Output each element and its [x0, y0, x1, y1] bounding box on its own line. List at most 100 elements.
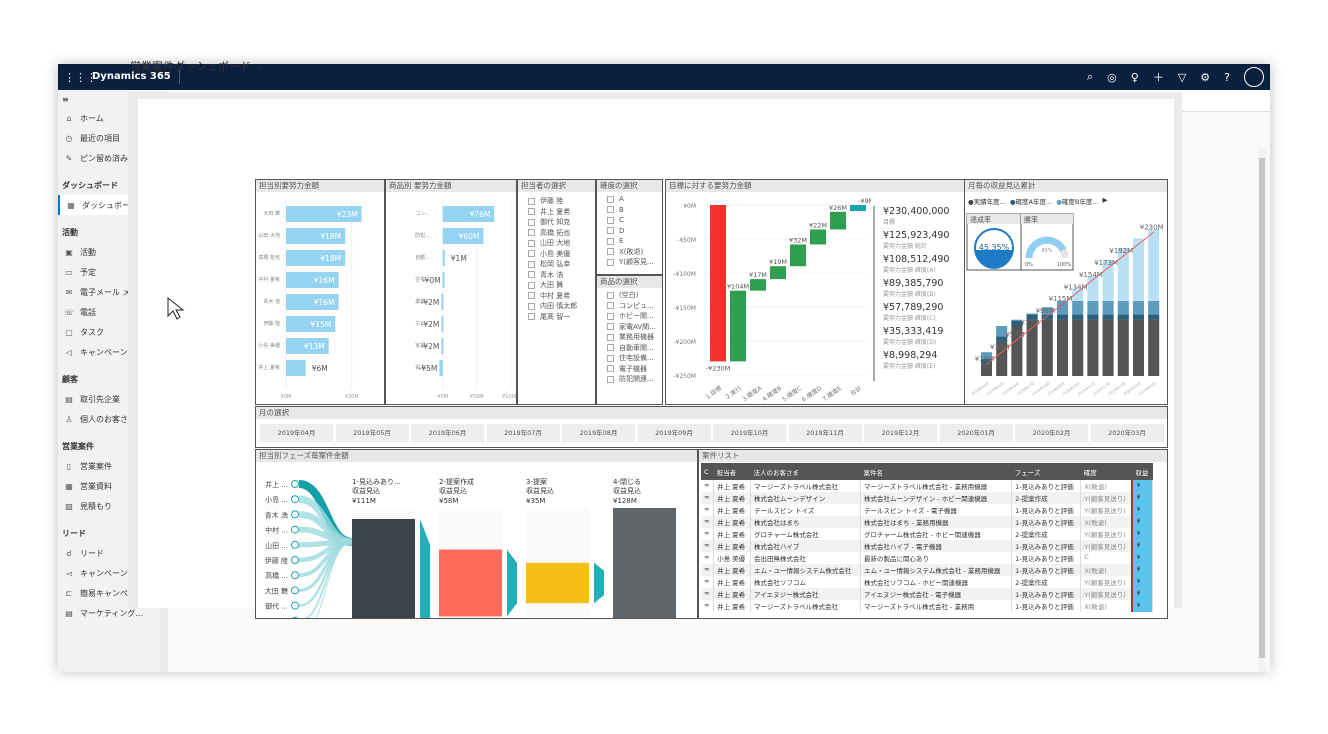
month-button[interactable]: 2019年09月	[637, 424, 711, 442]
column-header[interactable]: 案件名	[860, 463, 1012, 480]
checkbox[interactable]	[528, 229, 535, 237]
checkbox[interactable]	[607, 312, 614, 320]
month-button[interactable]: 2019年11月	[788, 424, 862, 442]
checkbox[interactable]	[528, 271, 535, 279]
checkbox[interactable]	[528, 292, 535, 300]
checkbox[interactable]	[607, 195, 614, 203]
checkbox[interactable]	[607, 354, 614, 362]
slicer-option[interactable]: 大田 舞	[518, 280, 595, 291]
month-button[interactable]: 2019年04月	[260, 424, 333, 442]
checkbox[interactable]	[607, 344, 614, 352]
user-avatar[interactable]	[1244, 67, 1264, 87]
checkbox[interactable]	[607, 323, 614, 331]
checkbox[interactable]	[528, 250, 535, 258]
settings-icon[interactable]: ⚙	[1200, 71, 1210, 84]
column-header[interactable]: 担当者	[713, 463, 751, 480]
slicer-option[interactable]: 尾髙 智一	[518, 312, 595, 323]
lightbulb-icon[interactable]: ♀	[1131, 71, 1139, 84]
month-button[interactable]: 2019年10月	[713, 424, 786, 442]
table-row[interactable]: ∞ 小島 美優 会出田無株式会社 最新の製品に関心あり 1-見込みありと評価 C ¥	[701, 552, 1154, 564]
checkbox[interactable]	[528, 302, 535, 310]
table-row[interactable]: ∞ 井上 夏希 アイエヌジー株式会社 アイエヌジー株式会社 - 電子機器 1-見込みあり…	[701, 588, 1154, 600]
table-row[interactable]: ∞ 井上 夏希 株式会社はまち 株式会社はまち - 業務用機器 1-見込みありと評価 X(…	[701, 516, 1154, 528]
search-icon[interactable]: ⌕	[1087, 70, 1093, 84]
month-button[interactable]: 2020年02月	[1015, 424, 1088, 442]
legend-item[interactable]: ●実績年度...	[968, 196, 1006, 206]
slicer-option[interactable]: 山田 大地	[518, 238, 595, 249]
table-row[interactable]: ∞ 井上 夏希 エム・ユー情報システム株式会社 エム・ユー情報システム株式会社 - 業…	[701, 564, 1154, 576]
checkbox[interactable]	[607, 258, 614, 266]
table-row[interactable]: ∞ 井上 夏希 株式会社ハイブ 株式会社ハイブ - 電子機器 1-見込みありと評価 Y(顧…	[701, 540, 1154, 552]
slicer-option[interactable]: B	[597, 205, 662, 216]
page-title[interactable]: 営業案件ダッシュボード ⌄	[130, 58, 264, 74]
link-icon[interactable]: ∞	[701, 480, 715, 492]
checkbox[interactable]	[607, 365, 614, 373]
slicer-option[interactable]: 高橋 拓也	[518, 228, 595, 239]
slicer-option[interactable]: 内田 慎太郎	[518, 301, 595, 312]
legend-next-arrow-icon[interactable]: ▶	[1103, 196, 1108, 206]
slicer-option[interactable]: 電子機器	[597, 364, 662, 375]
filter-icon[interactable]: ▽	[1178, 71, 1186, 84]
table-row[interactable]: ∞ 井上 夏希 マージーズトラベル株式会社 マージーズトラベル株式会社 - 業務用 1-…	[701, 600, 1154, 612]
column-header[interactable]: 確度	[1080, 463, 1133, 480]
slicer-option[interactable]: 松岡 弘幸	[518, 259, 595, 270]
slicer-option[interactable]: 井上 夏希	[518, 207, 595, 218]
link-icon[interactable]: ∞	[701, 528, 715, 540]
link-icon[interactable]: ∞	[701, 552, 715, 564]
column-header[interactable]: フェーズ	[1011, 463, 1081, 480]
checkbox[interactable]	[607, 206, 614, 214]
month-button[interactable]: 2019年06月	[411, 424, 484, 442]
table-row[interactable]: ∞ 井上 夏希 テールスピン トイズ テールスピン トイズ - 電子機器 1-見込みあり…	[701, 504, 1154, 516]
checkbox[interactable]	[607, 333, 614, 341]
link-icon[interactable]: ∞	[701, 492, 715, 504]
slicer-option[interactable]: 防犯関連...	[597, 374, 662, 385]
checkbox[interactable]	[607, 216, 614, 224]
month-button[interactable]: 2020年01月	[939, 424, 1013, 442]
legend-item[interactable]: ●確度A年度...	[1010, 196, 1052, 206]
checkbox[interactable]	[528, 260, 535, 268]
checkbox[interactable]	[607, 227, 614, 235]
checkbox[interactable]	[607, 248, 614, 256]
month-button[interactable]: 2020年03月	[1090, 424, 1164, 442]
legend-item[interactable]: ●確度B年度...	[1056, 196, 1098, 206]
table-row[interactable]: ∞ 井上 夏希 株式会社ソフコム 株式会社ソフコム - ホビー関連機器 2-提案作成 Y(…	[701, 576, 1154, 588]
slicer-option[interactable]: 家電AV関...	[597, 322, 662, 333]
link-icon[interactable]: ∞	[701, 576, 715, 588]
checkbox[interactable]	[607, 375, 614, 383]
slicer-option[interactable]: 中村 夏希	[518, 291, 595, 302]
plus-icon[interactable]: ＋	[1153, 69, 1164, 85]
slicer-option[interactable]: 青木 浩	[518, 270, 595, 281]
checkbox[interactable]	[528, 197, 535, 205]
checkbox[interactable]	[528, 281, 535, 289]
checkbox[interactable]	[528, 208, 535, 216]
help-icon[interactable]: ?	[1224, 71, 1230, 84]
slicer-option[interactable]: 伊藤 陸	[518, 196, 595, 207]
slicer-option[interactable]: 業務用機器	[597, 332, 662, 343]
month-button[interactable]: 2019年08月	[562, 424, 635, 442]
checkbox[interactable]	[607, 237, 614, 245]
link-icon[interactable]: ∞	[701, 564, 715, 576]
table-row[interactable]: ∞ 井上 夏希 グロチャーム株式会社 グロチャーム株式会社 - ホビー関連機器 2-提案…	[701, 528, 1154, 540]
slicer-option[interactable]: Y(顧客見...	[597, 257, 662, 268]
slicer-option[interactable]: C	[597, 215, 662, 226]
checkbox[interactable]	[528, 218, 535, 226]
slicer-option[interactable]: D	[597, 226, 662, 237]
slicer-option[interactable]: 小島 美優	[518, 249, 595, 260]
month-button[interactable]: 2019年07月	[486, 424, 560, 442]
slicer-option[interactable]: X(敗退)	[597, 247, 662, 258]
assistant-icon[interactable]: ◎	[1107, 71, 1117, 84]
checkbox[interactable]	[528, 313, 535, 321]
link-icon[interactable]: ∞	[701, 600, 715, 612]
month-button[interactable]: 2019年12月	[864, 424, 937, 442]
slicer-option[interactable]: ホビー関...	[597, 311, 662, 322]
link-icon[interactable]: ∞	[701, 504, 715, 516]
slicer-option[interactable]: A	[597, 194, 662, 205]
table-row[interactable]: ∞ 井上 夏希 マージーズトラベル株式会社 マージーズトラベル株式会社 - 業務用機器…	[701, 480, 1154, 492]
page-scrollbar[interactable]	[1258, 148, 1266, 672]
table-row[interactable]: ∞ 井上 夏希 株式会社ムーンデザイン 株式会社ムーンデザイン - ホビー関連機器 2-…	[701, 492, 1154, 504]
app-launcher-icon[interactable]: ⋮⋮⋮	[64, 71, 97, 84]
column-header[interactable]: C	[701, 463, 714, 480]
slicer-option[interactable]: 御代 知克	[518, 217, 595, 228]
page-scroll-thumb[interactable]	[1259, 158, 1265, 658]
link-icon[interactable]: ∞	[701, 540, 715, 552]
